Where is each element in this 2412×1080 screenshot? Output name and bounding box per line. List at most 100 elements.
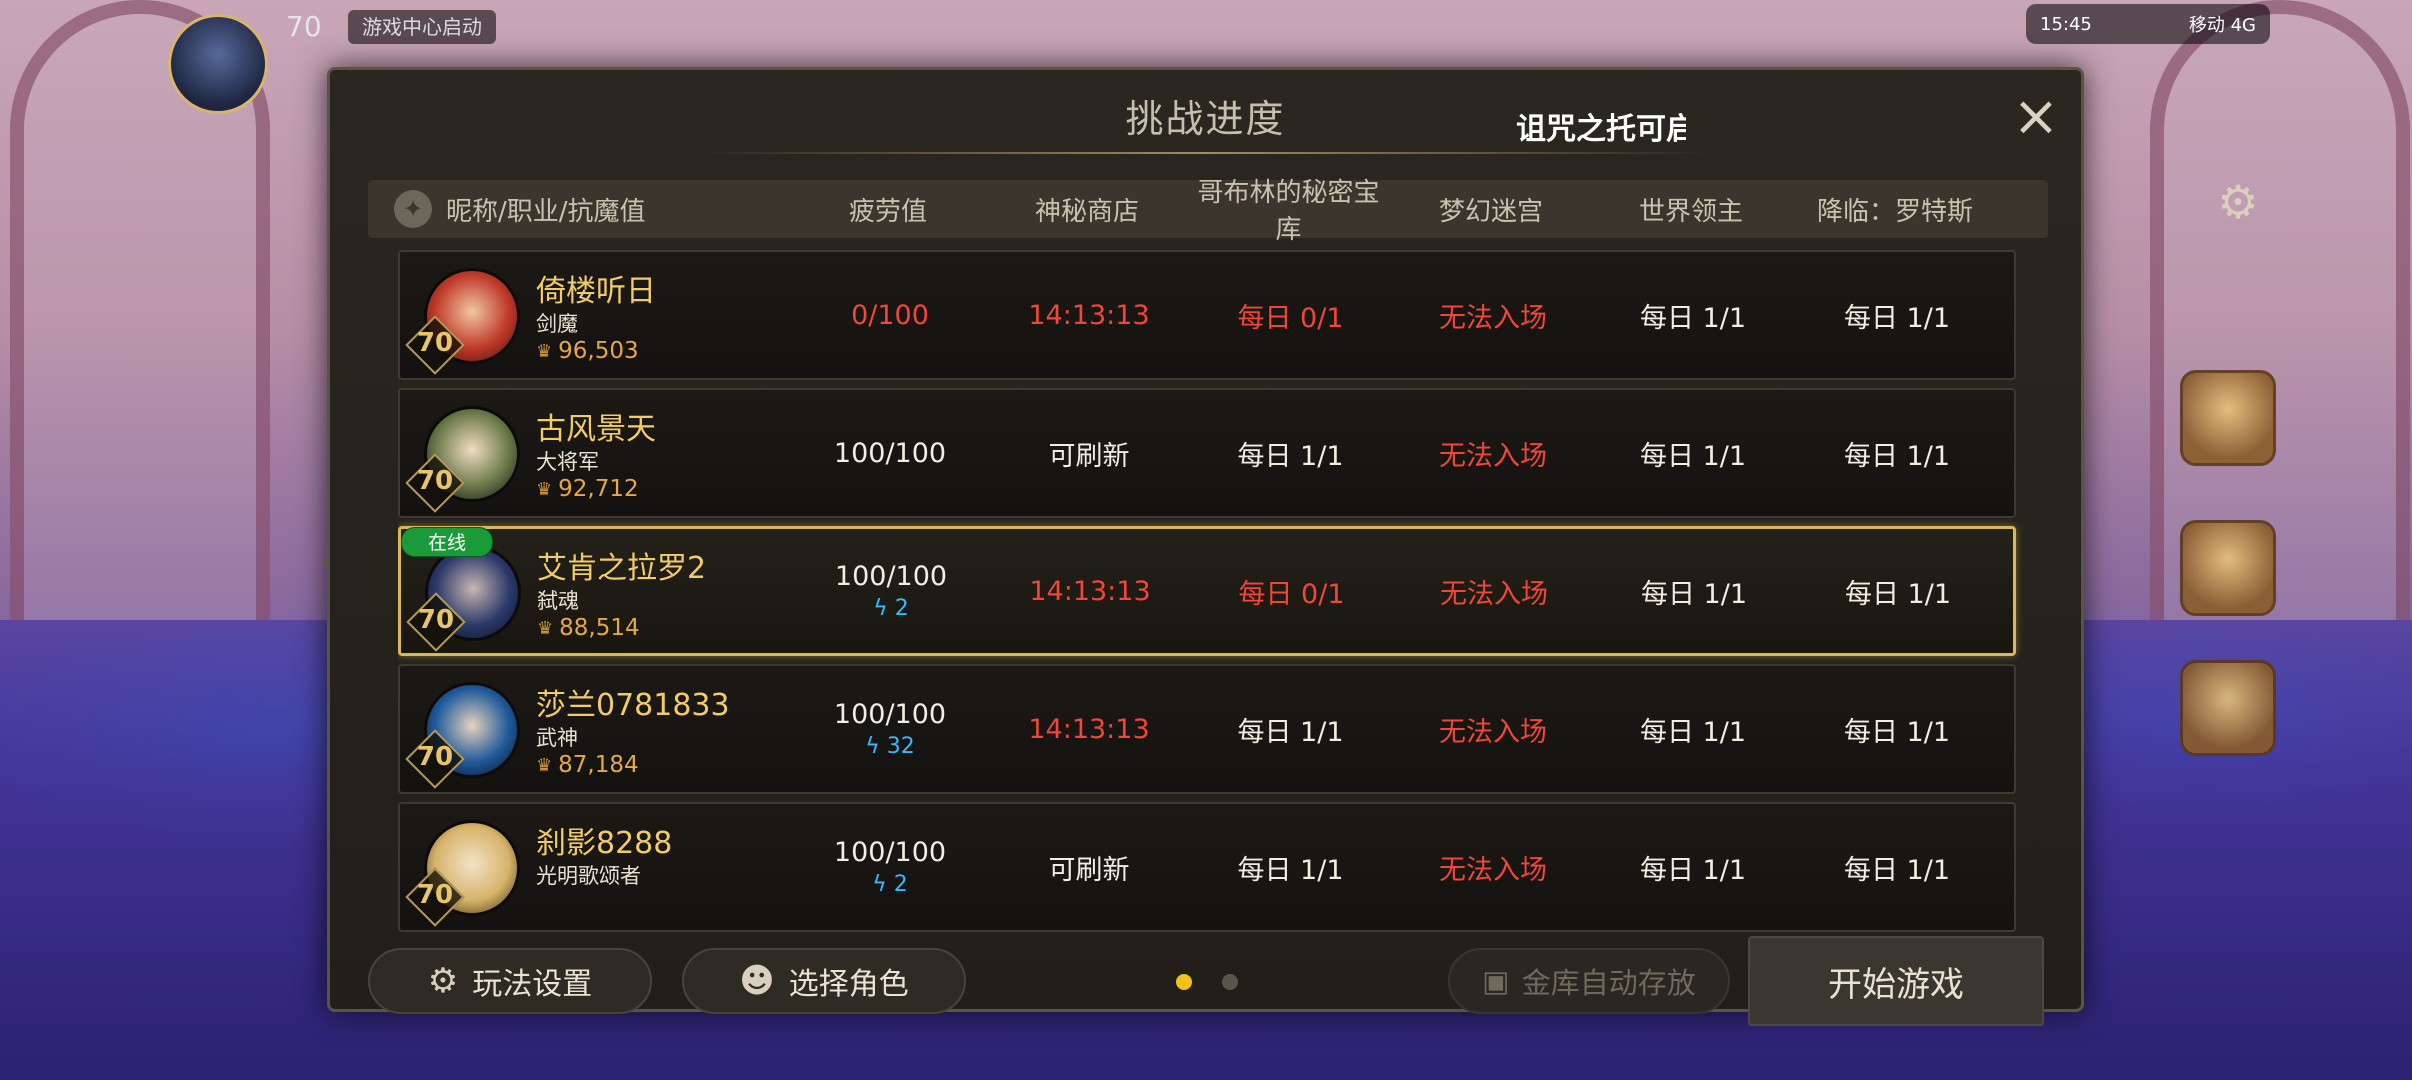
side-menu-icon[interactable] [2180,520,2276,616]
rotus-status: 每日 1/1 [1843,440,1951,472]
status-bar: 15:45 移动 4G [2026,4,2270,44]
fatigue-value: 100/100 [833,837,947,868]
gameplay-settings-button[interactable]: ⚙ 玩法设置 [368,948,652,1014]
character-row[interactable]: 70 倚楼听日 剑魔 ♛ 96,503 0/100 14:13:13 每日 0/1… [398,250,2016,380]
game-center-tag[interactable]: 游戏中心启动 [348,10,496,44]
character-cell: 70 倚楼听日 剑魔 ♛ 96,503 [400,252,790,378]
character-power: ♛ 92,712 [536,476,639,502]
vault-auto-store-label: 金库自动存放 [1521,966,1696,1000]
rotus-status: 每日 1/1 [1843,854,1951,886]
vault-auto-store-button[interactable]: ▣ 金库自动存放 [1448,948,1730,1014]
character-power: ♛ 88,514 [537,615,640,641]
character-name: 刹影8288 [536,826,673,861]
fatigue-value: 100/100 [833,699,947,730]
level-text: 70 [417,605,455,635]
dream-maze-status: 无法入场 [1439,854,1547,886]
fatigue-cell: 100/100 ϟ 2 [791,561,991,621]
marquee-notice: 诅咒之托可启 [1516,112,1686,147]
goblin-vault-status: 每日 1/1 [1237,716,1344,748]
fatigue-bonus-value: 2 [893,872,908,897]
fatigue-cell: 100/100 ϟ 2 [790,837,990,897]
table-header: ✦ 昵称/职业/抗魔值 疲劳值 神秘商店 哥布林的秘密宝库 梦幻迷宫 世界领主 … [368,178,2048,245]
header-fatigue: 疲劳值 [848,196,927,227]
character-list[interactable]: 70 倚楼听日 剑魔 ♛ 96,503 0/100 14:13:13 每日 0/1… [398,250,2026,950]
world-boss-status: 每日 1/1 [1639,302,1747,334]
header-goblin-vault: 哥布林的秘密宝库 [1197,178,1380,245]
fatigue-bonus: ϟ 2 [790,872,990,897]
character-row[interactable]: 70 莎兰0781833 武神 ♛ 87,184 100/100 ϟ 32 14:… [398,664,2016,794]
gear-icon[interactable]: ⚙ [2210,174,2266,230]
select-character-label: 选择角色 [788,967,909,1002]
side-menu-icon[interactable] [2180,370,2276,466]
gear-icon: ⚙ [427,961,459,1001]
page-dot[interactable] [1222,974,1238,990]
header-world-boss: 世界领主 [1638,196,1743,227]
dream-maze-status: 无法入场 [1439,440,1547,472]
power-value: 88,514 [559,615,640,641]
challenge-progress-dialog: 挑战进度 诅咒之托可启 × ✦ 昵称/职业/抗魔值 疲劳值 神秘商店 哥布林的秘… [327,67,2084,1026]
dream-maze-status: 无法入场 [1440,578,1548,610]
world-boss-status: 每日 1/1 [1639,854,1747,886]
character-class: 剑魔 [536,312,578,336]
dialog-title: 挑战进度 [1125,97,1286,141]
power-value: 92,712 [558,476,639,502]
fatigue-bonus: ϟ 32 [790,734,990,759]
side-menu-icon[interactable] [2180,660,2276,756]
header-mystery-shop: 神秘商店 [1034,196,1139,227]
power-value: 96,503 [558,338,639,364]
character-class: 大将军 [536,450,599,474]
fatigue-value: 0/100 [851,299,929,331]
status-network: 移动 4G [2188,15,2256,36]
character-name: 莎兰0781833 [536,688,730,723]
character-icon: ✦ [394,190,432,228]
fatigue-value: 100/100 [834,561,948,592]
page-dot-active[interactable] [1176,974,1192,990]
character-cell: 70 刹影8288 光明歌颂者 [400,804,790,930]
header-name: ✦ 昵称/职业/抗魔值 [368,190,788,228]
page-indicator [1176,974,1238,990]
crown-icon: ♛ [537,617,554,639]
level-text: 70 [416,742,454,772]
lightning-icon: ϟ [872,872,887,897]
gameplay-settings-label: 玩法设置 [472,967,593,1002]
select-character-button[interactable]: ☻ 选择角色 [682,948,966,1014]
start-game-label: 开始游戏 [1828,964,1964,1005]
header-name-label: 昵称/职业/抗魔值 [446,196,646,227]
character-row[interactable]: 70 刹影8288 光明歌颂者 100/100 ϟ 2 可刷新 每日 1/1 无… [398,802,2016,932]
character-name: 古风景天 [536,412,656,447]
fatigue-cell: 100/100 ϟ 32 [790,699,990,759]
rotus-status: 每日 1/1 [1843,302,1951,334]
player-avatar[interactable] [168,14,268,114]
crown-icon: ♛ [536,754,553,776]
fatigue-bonus-value: 32 [886,734,915,759]
fatigue-bonus-value: 2 [894,596,909,621]
mystery-shop-status: 可刷新 [1048,440,1130,472]
character-row-selected[interactable]: 在线 70 艾肯之拉罗2 弑魂 ♛ 88,514 100/100 ϟ 2 14:1… [398,526,2016,656]
character-class: 光明歌颂者 [536,864,641,888]
fatigue-value: 100/100 [833,437,947,469]
character-cell: 70 古风景天 大将军 ♛ 92,712 [400,390,790,516]
crown-icon: ♛ [536,478,553,500]
mystery-shop-status: 14:13:13 [1029,575,1151,607]
level-text: 70 [416,466,454,496]
dialog-footer: ⚙ 玩法设置 ☻ 选择角色 ▣ 金库自动存放 开始游戏 [330,936,2081,1026]
character-class: 武神 [536,726,578,750]
world-boss-status: 每日 1/1 [1639,716,1747,748]
start-game-button[interactable]: 开始游戏 [1748,936,2044,1026]
mystery-shop-status: 可刷新 [1048,854,1130,886]
character-power: ♛ 96,503 [536,338,639,364]
power-value: 87,184 [558,752,639,778]
close-icon[interactable]: × [2009,89,2063,146]
character-cell: 70 莎兰0781833 武神 ♛ 87,184 [400,666,790,792]
crown-icon: ♛ [536,340,553,362]
character-name: 艾肯之拉罗2 [537,551,707,586]
player-level: 70 [286,10,322,43]
lightning-icon: ϟ [873,596,888,621]
world-boss-status: 每日 1/1 [1640,578,1748,610]
world-boss-status: 每日 1/1 [1639,440,1747,472]
character-name: 倚楼听日 [536,274,656,309]
online-badge: 在线 [401,527,493,557]
goblin-vault-status: 每日 1/1 [1237,854,1344,886]
level-text: 70 [416,328,454,358]
character-row[interactable]: 70 古风景天 大将军 ♛ 92,712 100/100 可刷新 每日 1/1 无… [398,388,2016,518]
